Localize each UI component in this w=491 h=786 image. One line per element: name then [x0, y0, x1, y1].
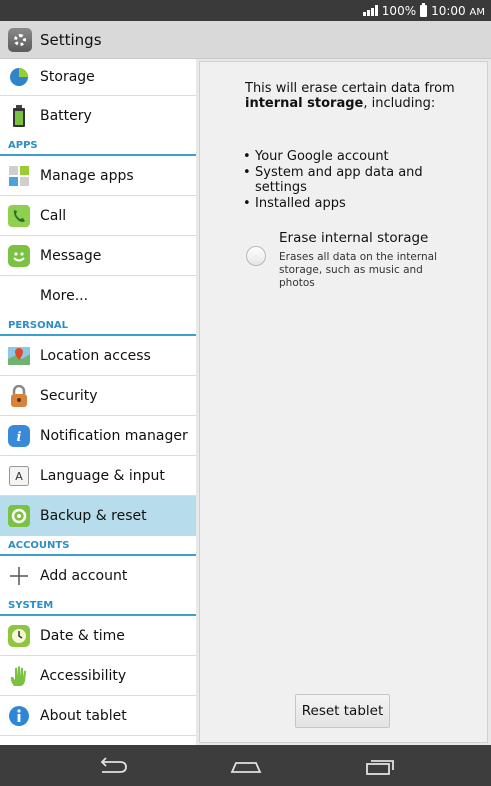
list-item-more[interactable]: More... [0, 276, 196, 316]
info-italic-icon: i [8, 424, 30, 447]
list-item-add-account[interactable]: Add account [0, 556, 196, 596]
battery-percent: 100% [381, 3, 417, 18]
back-arrow-icon [100, 757, 127, 773]
list-item-battery[interactable]: Battery [0, 96, 196, 136]
back-button[interactable] [92, 755, 132, 777]
battery-icon [8, 105, 30, 127]
erase-items-list: • Your Google account • System and app dat… [243, 149, 473, 211]
erase-internal-storage-checkbox[interactable] [246, 246, 266, 266]
battery-icon [420, 2, 428, 17]
signal-icon [362, 5, 378, 16]
reset-tablet-button[interactable]: Reset tablet [295, 694, 390, 728]
status-bar: 100% 10:00 AM [0, 0, 491, 21]
list-item-label: Language & input [40, 467, 165, 484]
recent-apps-icon [366, 760, 394, 775]
list-item-date-time[interactable]: Date & time [0, 616, 196, 656]
list-item: • Your Google account [243, 149, 389, 164]
settings-gear-icon[interactable] [8, 27, 32, 52]
list-item: • System and app data and settings [243, 164, 423, 196]
message-icon [8, 244, 30, 267]
erase-option-title: Erase internal storage [279, 230, 429, 246]
list-item-label: Notification manager [40, 427, 188, 444]
backup-reset-icon [8, 504, 30, 527]
home-button[interactable] [226, 755, 266, 777]
backup-reset-detail: This will erase certain data from intern… [199, 61, 488, 743]
list-item-label: Call [40, 207, 67, 224]
erase-warning-text: This will erase certain data from intern… [245, 81, 455, 111]
section-header-apps: APPS [0, 136, 196, 156]
location-icon [8, 345, 30, 367]
list-item: • Installed apps [243, 195, 346, 211]
list-item-label: Manage apps [40, 167, 134, 184]
list-item-label: About tablet [40, 707, 127, 724]
plus-icon [8, 565, 30, 587]
lock-icon [8, 384, 30, 407]
hand-icon [8, 665, 30, 687]
list-item-backup-reset[interactable]: Backup & reset [0, 496, 196, 536]
list-item-language-input[interactable]: A Language & input [0, 456, 196, 496]
list-item-security[interactable]: Security [0, 376, 196, 416]
section-header-accounts: ACCOUNTS [0, 536, 196, 556]
list-item-message[interactable]: Message [0, 236, 196, 276]
clock-icon [8, 624, 30, 647]
list-item-label: Add account [40, 568, 128, 584]
section-header-personal: PERSONAL [0, 316, 196, 336]
list-item-accessibility[interactable]: Accessibility [0, 656, 196, 696]
list-item-label: Battery [40, 108, 92, 124]
list-item-location-access[interactable]: Location access [0, 336, 196, 376]
list-item-label: Accessibility [40, 667, 127, 684]
clock-time: 10:00 AM [431, 3, 485, 18]
call-icon [8, 204, 30, 227]
list-item-label: Message [40, 247, 102, 264]
list-item-label: Security [40, 387, 98, 404]
info-icon [8, 705, 30, 727]
svg-text:A: A [15, 470, 23, 483]
navigation-bar [0, 745, 491, 786]
list-item-label: Date & time [40, 627, 125, 644]
list-item-label: More... [40, 288, 89, 304]
action-bar: Settings [0, 21, 491, 59]
manage-apps-icon [8, 165, 30, 187]
svg-text:i: i [17, 430, 22, 445]
keyboard-a-icon: A [8, 465, 30, 487]
list-item-about-tablet[interactable]: About tablet [0, 696, 196, 736]
section-header-system: SYSTEM [0, 596, 196, 616]
list-item-label: Location access [40, 347, 151, 364]
list-item-manage-apps[interactable]: Manage apps [0, 156, 196, 196]
list-item-storage[interactable]: Storage [0, 59, 196, 96]
list-item-label: Storage [40, 69, 95, 85]
storage-pie-icon [8, 66, 30, 88]
erase-option-subtitle: Erases all data on the internal storage,… [279, 251, 437, 289]
recent-apps-button[interactable] [360, 755, 400, 777]
page-title: Settings [40, 30, 102, 49]
list-item-notification-manager[interactable]: i Notification manager [0, 416, 196, 456]
settings-list[interactable]: Storage Battery APPS Manage apps Call Me… [0, 59, 196, 745]
list-item-label: Backup & reset [40, 507, 147, 524]
home-icon [230, 762, 262, 773]
list-item-call[interactable]: Call [0, 196, 196, 236]
